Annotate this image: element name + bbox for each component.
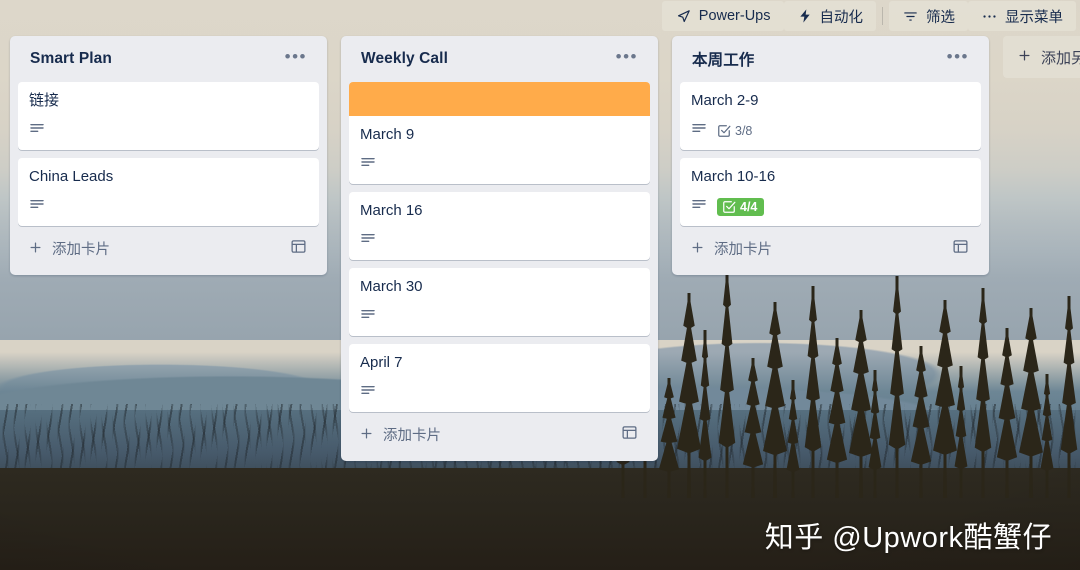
card-title: March 16: [360, 202, 423, 219]
add-card-row[interactable]: 添加卡片: [349, 412, 650, 453]
description-icon: [691, 196, 707, 217]
card-list: March 9 March 16 March 30 April 7: [349, 82, 650, 412]
description-icon: [691, 120, 707, 141]
checklist-badge: 4/4: [717, 197, 765, 216]
card-body: March 9: [349, 116, 650, 184]
card-template-icon[interactable]: [617, 422, 642, 447]
card-badges: [360, 230, 639, 251]
card-list: March 2-9 3/8 March 10-16 4/4: [680, 82, 981, 226]
show-menu-button[interactable]: 显示菜单: [968, 1, 1076, 31]
card[interactable]: 链接: [18, 82, 319, 150]
card-badges: [29, 120, 308, 141]
card[interactable]: March 9: [349, 82, 650, 184]
card[interactable]: April 7: [349, 344, 650, 412]
card[interactable]: March 16: [349, 192, 650, 260]
card-title: March 9: [360, 126, 415, 143]
checklist-icon: [717, 124, 731, 138]
card-badges: [360, 306, 639, 327]
plus-icon: [359, 426, 374, 443]
watermark: 知乎 @Upwork酷蟹仔: [764, 522, 1052, 554]
card-body: 链接: [18, 82, 319, 150]
add-card-label: 添加卡片: [714, 242, 772, 258]
add-card-button[interactable]: 添加卡片: [690, 238, 772, 259]
lightning-bolt-icon: [797, 8, 813, 24]
card-badges: 4/4: [691, 196, 970, 217]
description-icon: [360, 230, 376, 251]
list-header: Smart Plan •••: [18, 36, 319, 82]
card[interactable]: March 10-16 4/4: [680, 158, 981, 226]
list-menu-button[interactable]: •••: [277, 48, 315, 70]
board-lists: Smart Plan ••• 链接 China Leads 添加卡片 Weekly Cal…: [10, 36, 1080, 461]
card-title: 链接: [29, 92, 60, 109]
card-title: April 7: [360, 354, 403, 371]
card-body: China Leads: [18, 158, 319, 226]
list-title[interactable]: Weekly Call: [361, 50, 448, 68]
add-card-row[interactable]: 添加卡片: [18, 226, 319, 267]
description-icon: [29, 196, 45, 217]
filter-label: 筛选: [926, 9, 955, 26]
card-body: April 7: [349, 344, 650, 412]
ellipsis-icon: [981, 8, 998, 25]
list-menu-button[interactable]: •••: [608, 48, 646, 70]
checklist-count: 4/4: [740, 199, 758, 214]
plus-icon: [28, 240, 43, 257]
list-header: 本周工作 •••: [680, 36, 981, 82]
checklist-icon: [722, 200, 736, 214]
card-badges: [360, 382, 639, 403]
show-menu-label: 显示菜单: [1005, 9, 1063, 26]
description-icon: [360, 154, 376, 175]
list-title[interactable]: Smart Plan: [30, 50, 112, 68]
add-card-label: 添加卡片: [383, 428, 441, 444]
rocket-icon: [675, 8, 692, 25]
background-ground: [0, 468, 1080, 570]
description-icon: [360, 306, 376, 327]
card-template-icon[interactable]: [286, 236, 311, 261]
list-menu-button[interactable]: •••: [939, 48, 977, 70]
checklist-badge: 3/8: [717, 124, 752, 138]
card-title: March 10-16: [691, 168, 776, 185]
checklist-count: 3/8: [735, 123, 753, 138]
add-card-button[interactable]: 添加卡片: [28, 238, 110, 259]
trello-board: Power-Ups 自动化 筛选 显示菜单 Smart Plan ••• 链接 …: [0, 0, 1080, 570]
power-ups-button[interactable]: Power-Ups: [661, 1, 784, 31]
card-title: China Leads: [29, 168, 114, 185]
add-another-list-label: 添加另一个列表: [1041, 49, 1080, 67]
card-cover: [349, 82, 650, 116]
filter-icon: [902, 8, 919, 25]
list-2: Weekly Call ••• March 9 March 16 March 30 Apr…: [341, 36, 658, 461]
card-title: March 30: [360, 278, 423, 295]
card[interactable]: March 2-9 3/8: [680, 82, 981, 150]
automation-label: 自动化: [819, 9, 864, 26]
plus-icon: [690, 240, 705, 257]
card-body: March 10-16 4/4: [680, 158, 981, 226]
list-1: Smart Plan ••• 链接 China Leads 添加卡片: [10, 36, 327, 275]
list-3: 本周工作 ••• March 2-9 3/8 March 10-16 4/4 添加卡片: [672, 36, 989, 275]
card-body: March 30: [349, 268, 650, 336]
description-icon: [360, 382, 376, 403]
card-title: March 2-9: [691, 92, 759, 109]
plus-icon: [1017, 48, 1032, 67]
toolbar-divider: [882, 7, 883, 25]
add-card-row[interactable]: 添加卡片: [680, 226, 981, 267]
add-another-list-button[interactable]: 添加另一个列表: [1003, 36, 1080, 78]
card-list: 链接 China Leads: [18, 82, 319, 226]
description-icon: [29, 120, 45, 141]
add-card-button[interactable]: 添加卡片: [359, 424, 441, 445]
add-card-label: 添加卡片: [52, 242, 110, 258]
card-body: March 16: [349, 192, 650, 260]
list-header: Weekly Call •••: [349, 36, 650, 82]
card[interactable]: March 30: [349, 268, 650, 336]
card-body: March 2-9 3/8: [680, 82, 981, 150]
card-badges: [29, 196, 308, 217]
card-badges: 3/8: [691, 120, 970, 141]
card-badges: [360, 154, 639, 175]
automation-button[interactable]: 自动化: [783, 1, 876, 31]
power-ups-label: Power-Ups: [698, 8, 771, 24]
list-title[interactable]: 本周工作: [692, 48, 754, 70]
filter-button[interactable]: 筛选: [889, 1, 968, 31]
card-template-icon[interactable]: [948, 236, 973, 261]
board-toolbar: Power-Ups 自动化 筛选 显示菜单: [0, 0, 1080, 32]
card[interactable]: China Leads: [18, 158, 319, 226]
